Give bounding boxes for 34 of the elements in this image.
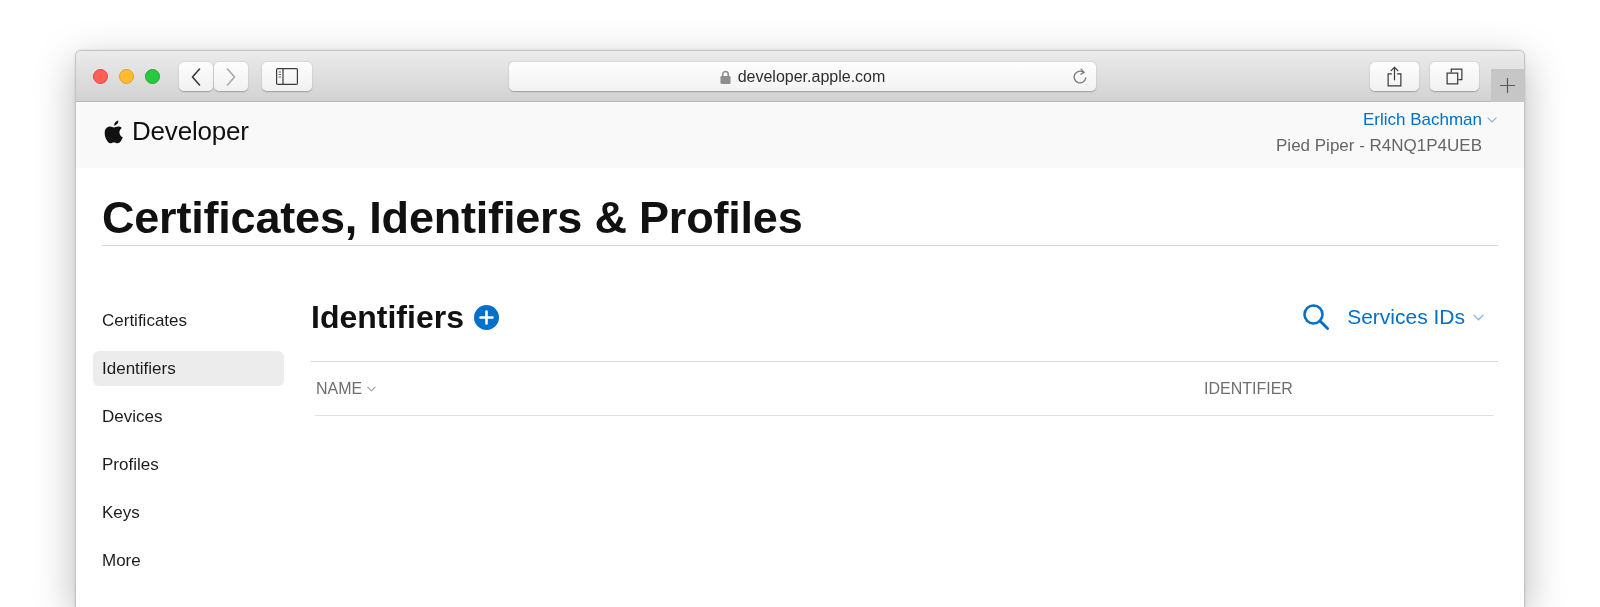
tab-overview-button[interactable] bbox=[1430, 62, 1479, 91]
sidebar-icon bbox=[276, 68, 298, 85]
filter-dropdown[interactable]: Services IDs bbox=[1347, 305, 1484, 329]
account-menu[interactable]: Erlich Bachman bbox=[1362, 110, 1497, 130]
address-field[interactable]: developer.apple.com bbox=[509, 62, 1096, 91]
sidebar-item[interactable]: More bbox=[93, 543, 284, 578]
reload-icon[interactable] bbox=[1072, 68, 1088, 85]
overlapping-squares-icon bbox=[1446, 68, 1463, 85]
sidebar-item[interactable]: Identifiers bbox=[93, 351, 284, 386]
brand-name[interactable]: Developer bbox=[132, 116, 249, 146]
share-button[interactable] bbox=[1370, 62, 1419, 91]
back-button[interactable] bbox=[179, 62, 213, 91]
lock-icon bbox=[719, 69, 731, 84]
new-tab-button[interactable] bbox=[1491, 69, 1524, 102]
sidebar-item[interactable]: Devices bbox=[93, 399, 284, 434]
team-name: Pied Piper - R4NQ1P4UEB bbox=[1276, 136, 1483, 156]
sidebar-item[interactable]: Keys bbox=[93, 495, 284, 530]
plus-icon bbox=[1500, 78, 1515, 93]
apple-icon[interactable] bbox=[104, 118, 124, 144]
share-icon bbox=[1387, 66, 1402, 87]
search-icon[interactable] bbox=[1303, 304, 1330, 330]
section-title: Identifiers bbox=[311, 298, 464, 336]
chevron-down-icon bbox=[1473, 313, 1484, 321]
chevron-right-icon bbox=[226, 67, 236, 86]
sidebar-toggle-button[interactable] bbox=[262, 62, 312, 91]
close-icon[interactable] bbox=[93, 69, 108, 84]
page-title: Certificates, Identifiers & Profiles bbox=[102, 191, 1498, 246]
sidebar-item[interactable]: Certificates bbox=[93, 303, 284, 338]
sidebar-item[interactable]: Profiles bbox=[93, 447, 284, 482]
column-header[interactable]: IDENTIFIER bbox=[1204, 379, 1293, 398]
chevron-down-icon bbox=[1487, 117, 1497, 123]
column-header[interactable]: NAME bbox=[316, 379, 377, 398]
add-icon[interactable] bbox=[473, 304, 499, 330]
chevron-left-icon bbox=[191, 67, 201, 86]
